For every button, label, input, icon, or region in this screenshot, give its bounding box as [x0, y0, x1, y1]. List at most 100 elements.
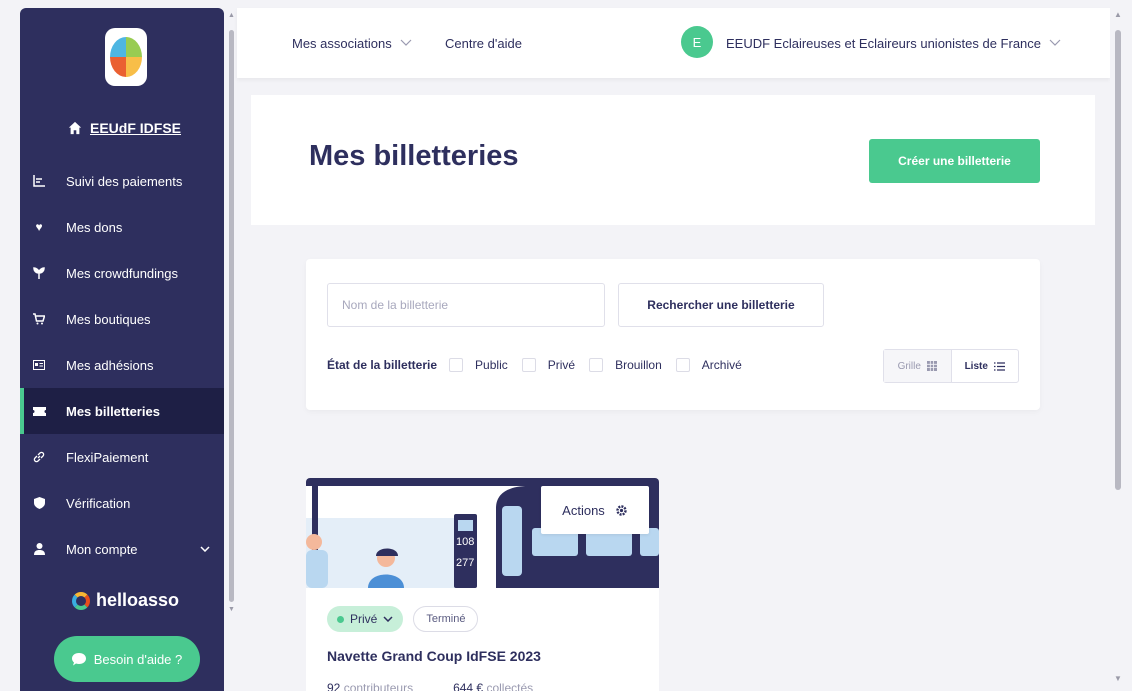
state-filter-label: État de la billetterie — [327, 358, 438, 372]
scrollbar-thumb[interactable] — [1115, 30, 1121, 490]
contributors-label: contributeurs — [343, 681, 414, 691]
sidebar: EEUdF IDFSE Suivi des paiements ♥ Mes do… — [20, 8, 224, 691]
scroll-down-arrow-icon[interactable]: ▼ — [228, 606, 235, 613]
filter-label: Brouillon — [615, 358, 662, 372]
card-icon — [32, 360, 46, 370]
associations-dropdown[interactable]: Mes associations — [292, 36, 412, 51]
organization-selector[interactable]: EEUDF Eclaireuses et Eclaireurs unionist… — [726, 36, 1061, 51]
associations-label: Mes associations — [292, 36, 392, 51]
filter-label: Archivé — [701, 358, 742, 372]
sidebar-item-adhesions[interactable]: Mes adhésions — [20, 342, 224, 388]
sidebar-item-label: Mes crowdfundings — [66, 265, 178, 281]
home-icon — [68, 121, 82, 135]
visibility-label: Privé — [350, 612, 378, 626]
sidebar-item-boutiques[interactable]: Mes boutiques — [20, 296, 224, 342]
brand-name: helloasso — [96, 590, 180, 610]
organization-full-name: EEUDF Eclaireuses et Eclaireurs unionist… — [726, 36, 1042, 51]
sidebar-scrollbar[interactable]: ▲ ▼ — [225, 8, 237, 691]
help-center-label: Centre d'aide — [445, 36, 522, 51]
search-input[interactable] — [327, 283, 605, 327]
grid-icon — [926, 361, 937, 371]
chevron-down-icon — [1049, 38, 1061, 49]
create-ticketing-button[interactable]: Créer une billetterie — [869, 139, 1040, 183]
sidebar-item-flexipaiement[interactable]: FlexiPaiement — [20, 434, 224, 480]
view-grid-button[interactable]: Grille — [884, 350, 952, 382]
ticketing-stats: 92 contributeurs 644 € collectés — [327, 681, 533, 691]
sidebar-item-verification[interactable]: Vérification — [20, 480, 224, 526]
help-button-label: Besoin d'aide ? — [93, 651, 183, 667]
filter-label: Privé — [547, 358, 576, 372]
helloasso-ring-icon — [72, 591, 90, 610]
ticketing-cover-image: 108 277 Actions — [306, 478, 659, 588]
page-title: Mes billetteries — [309, 140, 519, 172]
organization-home-link[interactable]: EEUdF IDFSE — [68, 120, 181, 136]
sidebar-item-crowdfundings[interactable]: Mes crowdfundings — [20, 250, 224, 296]
sidebar-item-mon-compte[interactable]: Mon compte — [20, 526, 224, 572]
chevron-down-icon — [383, 616, 393, 622]
sidebar-item-label: Mes adhésions — [66, 357, 154, 373]
help-button[interactable]: Besoin d'aide ? — [54, 636, 200, 682]
checkbox[interactable] — [589, 358, 604, 372]
chevron-down-icon — [400, 38, 412, 49]
sidebar-item-suivi-paiements[interactable]: Suivi des paiements — [20, 158, 224, 204]
sidebar-item-label: Mes dons — [66, 219, 123, 235]
view-toggle: Grille Liste — [883, 349, 1019, 383]
filter-archive[interactable]: Archivé — [675, 358, 742, 372]
checkbox[interactable] — [521, 358, 536, 372]
chart-icon — [32, 175, 46, 187]
heart-icon: ♥ — [35, 220, 43, 234]
sidebar-item-label: Mes boutiques — [66, 311, 151, 327]
search-button[interactable]: Rechercher une billetterie — [618, 283, 824, 327]
page-scrollbar[interactable]: ▲ ▼ — [1110, 8, 1132, 691]
ticketing-title[interactable]: Navette Grand Coup IdFSE 2023 — [327, 648, 541, 664]
sidebar-item-label: Mon compte — [66, 541, 138, 557]
sidebar-item-label: Suivi des paiements — [66, 173, 183, 189]
sidebar-item-label: FlexiPaiement — [66, 449, 149, 465]
cart-icon — [32, 313, 46, 325]
chevron-down-icon — [200, 543, 210, 555]
collected-label: collectés — [486, 681, 534, 691]
contributors-stat: 92 contributeurs — [327, 681, 413, 691]
filter-prive[interactable]: Privé — [521, 358, 576, 372]
collected-stat: 644 € collectés — [453, 681, 533, 691]
list-icon — [993, 361, 1005, 371]
chat-bubble-icon — [71, 652, 86, 665]
scroll-up-arrow-icon[interactable]: ▲ — [1114, 10, 1122, 19]
shield-icon — [32, 497, 46, 509]
filter-brouillon[interactable]: Brouillon — [589, 358, 662, 372]
link-icon — [32, 451, 46, 463]
sidebar-item-label: Mes billetteries — [66, 403, 160, 419]
help-center-link[interactable]: Centre d'aide — [445, 36, 522, 51]
checkbox[interactable] — [675, 358, 690, 372]
sidebar-item-label: Vérification — [66, 495, 131, 511]
state-filter-row: État de la billetterie Public Privé Brou… — [327, 358, 756, 372]
ticketing-card[interactable]: 108 277 Actions Privé Terminé Navette Gr… — [306, 478, 659, 691]
status-dot-icon — [337, 615, 344, 623]
scroll-down-arrow-icon[interactable]: ▼ — [1114, 674, 1122, 683]
checkbox[interactable] — [449, 358, 464, 372]
user-icon — [32, 543, 46, 555]
actions-label: Actions — [562, 502, 605, 518]
view-list-button[interactable]: Liste — [952, 350, 1019, 382]
bus-number-bottom: 277 — [456, 557, 475, 569]
helloasso-logo[interactable]: helloasso — [72, 590, 179, 611]
sprout-icon — [32, 267, 46, 279]
organization-logo[interactable] — [105, 28, 147, 86]
topbar: Mes associations Centre d'aide E EEUDF E… — [237, 8, 1110, 78]
filter-label: Public — [475, 358, 508, 372]
actions-button[interactable]: Actions — [541, 486, 649, 534]
sidebar-item-billetteries[interactable]: Mes billetteries — [20, 388, 224, 434]
ticketing-badges: Privé Terminé — [327, 606, 479, 632]
visibility-dropdown[interactable]: Privé — [327, 606, 404, 632]
filter-public[interactable]: Public — [449, 358, 508, 372]
view-grid-label: Grille — [897, 360, 921, 372]
page-header: Mes billetteries Créer une billetterie — [251, 95, 1095, 225]
status-badge: Terminé — [413, 606, 479, 632]
view-list-label: Liste — [964, 360, 988, 372]
sidebar-item-dons[interactable]: ♥ Mes dons — [20, 204, 224, 250]
sidebar-menu: Suivi des paiements ♥ Mes dons Mes crowd… — [20, 158, 224, 572]
scroll-up-arrow-icon[interactable]: ▲ — [228, 12, 235, 19]
scrollbar-thumb[interactable] — [229, 30, 234, 602]
avatar[interactable]: E — [681, 26, 713, 58]
collected-amount: 644 € — [453, 681, 484, 691]
